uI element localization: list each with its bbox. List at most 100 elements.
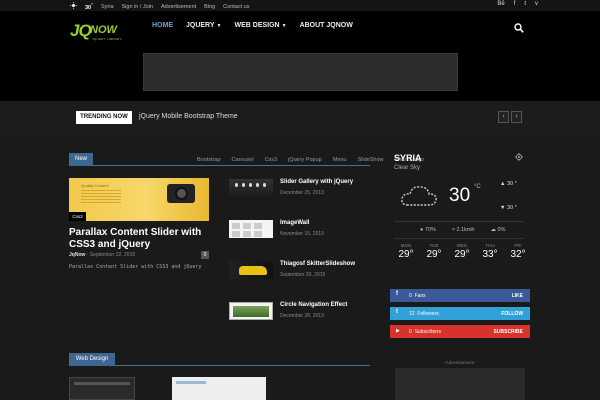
- filter-css3[interactable]: Css3: [265, 157, 278, 163]
- cloud-small-icon: ☁: [490, 227, 496, 233]
- news-block-header: New Bootstrap Carousel Css3 jQuery Popup…: [69, 153, 424, 166]
- trending-next-button[interactable]: ›: [511, 111, 522, 123]
- filter-bootstrap[interactable]: Bootstrap: [197, 157, 221, 163]
- post-date: December 25, 2013: [280, 190, 324, 196]
- nav-web-design[interactable]: WEB DESIGN ▼: [234, 22, 286, 29]
- filter-carousel[interactable]: Carousel: [232, 157, 254, 163]
- comment-count-badge[interactable]: 0: [201, 251, 209, 259]
- filter-menu[interactable]: Menu: [333, 157, 347, 163]
- list-item[interactable]: ImageWall November 15, 2013: [229, 220, 375, 242]
- weather-wind: ≈ 2.1kmh: [451, 227, 475, 233]
- search-icon[interactable]: [514, 20, 524, 33]
- contact-link[interactable]: Contact us: [223, 4, 249, 10]
- weather-forecast: MON 29° TUE 29° WED 29° THU 33° FRI 32°: [394, 243, 530, 260]
- tab-web-design[interactable]: Web Design: [69, 353, 115, 366]
- chevron-down-icon: ▼: [281, 23, 287, 29]
- topbar-location: Syria: [100, 3, 114, 10]
- weather-city: SYRIA: [394, 153, 422, 163]
- trending-title[interactable]: jQuery Mobile Bootstrap Theme: [139, 113, 238, 120]
- weather-low: ▼ 30 °: [500, 205, 517, 211]
- facebook-counter: f 0 Fans LIKE: [390, 289, 530, 302]
- behance-icon[interactable]: Bē: [497, 1, 504, 7]
- site-logo[interactable]: JQ NOW JQUERY LIBRARY: [70, 21, 124, 45]
- blog-link[interactable]: Blog: [204, 4, 215, 10]
- post-title[interactable]: Circle Navigation Effect: [280, 302, 347, 308]
- post-author[interactable]: JqNow: [69, 252, 85, 258]
- category-badge[interactable]: Css3: [69, 212, 86, 221]
- web-design-block-header: Web Design: [69, 353, 370, 366]
- post-date: September 20, 2015: [280, 272, 326, 278]
- twitter-icon: t: [396, 309, 398, 315]
- weather-clouds: ☁ 0%: [490, 227, 506, 233]
- sidebar-ad[interactable]: [395, 368, 525, 400]
- trending-bar: TRENDING NOW jQuery Mobile Bootstrap The…: [0, 101, 600, 137]
- header-ad-banner[interactable]: [143, 53, 458, 91]
- forecast-day: WED 29°: [454, 243, 470, 260]
- youtube-icon: ▶: [396, 328, 400, 334]
- post-thumbnail[interactable]: [172, 377, 266, 400]
- advertisement-label: - Advertisement -: [442, 360, 477, 365]
- post-thumbnail[interactable]: [69, 377, 135, 400]
- subscribe-button[interactable]: SUBSCRIBE: [494, 329, 523, 335]
- twitter-counter: t 12 Followers FOLLOW: [390, 307, 530, 320]
- nav-jquery[interactable]: JQUERY ▼: [186, 22, 221, 29]
- divider: [394, 221, 524, 222]
- forecast-day: FRI 32°: [510, 243, 526, 260]
- list-item[interactable]: Slider Gallery with jQuery December 25, …: [229, 179, 375, 201]
- featured-post-excerpt: Parallax Content Slider with CSS3 and jQ…: [69, 264, 202, 270]
- cloud-icon: [399, 181, 439, 211]
- trending-prev-button[interactable]: ‹: [498, 111, 509, 123]
- youtube-counter: ▶ 0 Subscribers SUBSCRIBE: [390, 325, 530, 338]
- post-thumbnail[interactable]: [229, 302, 273, 320]
- post-title[interactable]: Slider Gallery with jQuery: [280, 179, 353, 185]
- post-thumbnail[interactable]: [229, 179, 273, 197]
- tab-new[interactable]: New: [69, 153, 93, 166]
- featured-post-image[interactable]: Quality Content: [69, 178, 209, 221]
- forecast-day: THU 33°: [482, 243, 498, 260]
- filter-slideshow[interactable]: SlideShow: [358, 157, 384, 163]
- vimeo-icon[interactable]: v: [535, 1, 538, 7]
- post-date: December 28, 2013: [280, 313, 324, 319]
- weather-humidity: ● 70%: [420, 227, 436, 233]
- nav-home[interactable]: HOME: [152, 22, 173, 29]
- chevron-down-icon: ▼: [216, 23, 222, 29]
- post-thumbnail[interactable]: [229, 220, 273, 238]
- divider: [394, 238, 524, 239]
- like-button[interactable]: LIKE: [512, 293, 523, 299]
- list-item[interactable]: Thiagosf SkitterSlideshow September 20, …: [229, 261, 375, 283]
- follow-button[interactable]: FOLLOW: [501, 311, 523, 317]
- advertisement-link[interactable]: Advertisement: [161, 4, 196, 10]
- topbar-temperature: 30°: [85, 2, 93, 11]
- filter-jquery-popup[interactable]: jQuery Popup: [288, 157, 322, 163]
- top-bar: 30° Syria Sign in / Join Advertisement B…: [0, 0, 600, 11]
- weather-stats: ● 70% ≈ 2.1kmh ☁ 0%: [420, 227, 505, 233]
- twitter-icon[interactable]: t: [524, 1, 526, 7]
- featured-post-title[interactable]: Parallax Content Slider with CSS3 and jQ…: [69, 227, 219, 251]
- forecast-day: TUE 29°: [426, 243, 442, 260]
- post-thumbnail[interactable]: [229, 261, 273, 279]
- post-date: September 22, 2015: [89, 252, 136, 258]
- post-date: November 15, 2013: [280, 231, 324, 237]
- list-item[interactable]: Circle Navigation Effect December 28, 20…: [229, 302, 375, 324]
- arrow-down-icon: ▼: [500, 205, 506, 211]
- forecast-day: MON 29°: [398, 243, 414, 260]
- weather-unit: °C: [474, 184, 481, 190]
- facebook-icon: f: [396, 291, 398, 297]
- facebook-icon[interactable]: f: [514, 1, 516, 7]
- nav-about[interactable]: ABOUT JQNOW: [300, 22, 353, 29]
- location-icon[interactable]: [515, 153, 523, 163]
- weather-high: ▲ 30 °: [500, 181, 517, 187]
- category-filters: Bootstrap Carousel Css3 jQuery Popup Men…: [197, 157, 424, 163]
- drop-icon: ●: [420, 227, 424, 233]
- header: JQ NOW JQUERY LIBRARY HOME JQUERY ▼ WEB D…: [0, 11, 600, 101]
- post-title[interactable]: ImageWall: [280, 220, 309, 226]
- trending-label: TRENDING NOW: [76, 111, 132, 124]
- weather-sun-icon: [70, 2, 77, 11]
- post-title[interactable]: Thiagosf SkitterSlideshow: [280, 261, 355, 267]
- main-nav: HOME JQUERY ▼ WEB DESIGN ▼ ABOUT JQNOW: [152, 22, 353, 29]
- arrow-up-icon: ▲: [500, 181, 506, 187]
- featured-post-meta: JqNow - September 22, 2015: [69, 252, 136, 258]
- weather-temperature: 30: [449, 185, 471, 206]
- sign-in-link[interactable]: Sign in / Join: [122, 4, 154, 10]
- weather-description: Clear Sky: [394, 165, 421, 171]
